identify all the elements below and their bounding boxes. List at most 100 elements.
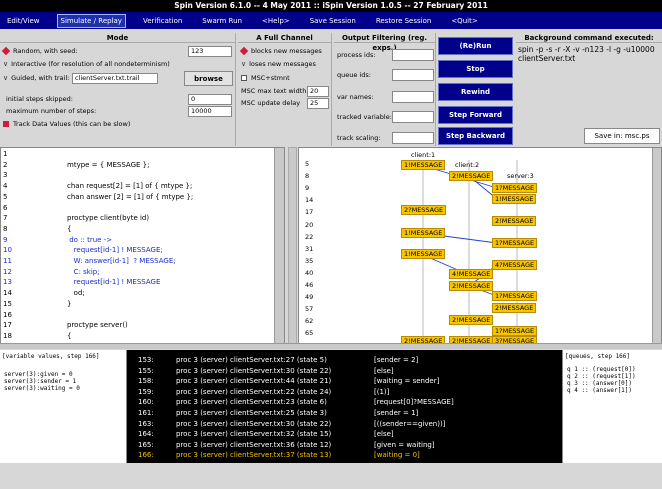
msc-scrollbar[interactable] <box>652 148 661 343</box>
max-steps-label: maximum number of steps: <box>6 107 97 115</box>
menu-verification[interactable]: Verification <box>140 15 185 27</box>
msc-stmnt-checkbox[interactable]: MSC+stmnt <box>241 74 290 82</box>
msc-message-box[interactable]: 1?MESSAGE <box>492 291 538 301</box>
msc-message-box[interactable]: 2!MESSAGE <box>449 281 494 291</box>
mode-panel: Mode Random, with seed: 123 ∨ Interactive… <box>0 33 236 146</box>
msc-message-box[interactable]: 2!MESSAGE <box>492 303 537 313</box>
menu-restore-session[interactable]: Restore Session <box>373 15 435 27</box>
window-title: Spin Version 6.1.0 -- 4 May 2011 :: iSpi… <box>0 0 662 12</box>
trace-step-number: 164: <box>138 430 154 439</box>
queue-lines: q 1 :: (request[0]) q 2 :: (request[1]) q … <box>563 366 662 394</box>
process-ids-label: process ids: <box>337 51 376 59</box>
blocks-radio[interactable]: blocks new messages <box>239 46 322 56</box>
bottom-panels: [variable values, step 166] server(3):gi… <box>0 350 662 463</box>
tracked-variable-label: tracked variable: <box>337 113 392 121</box>
track-data-checkbox[interactable]: Track Data Values (this can be slow) <box>3 120 130 128</box>
msc-message-box[interactable]: 1?MESSAGE <box>492 238 538 248</box>
stop-button[interactable]: Stop <box>438 60 513 78</box>
line-number: 14 <box>3 289 12 298</box>
browse-button[interactable]: browse <box>184 71 233 86</box>
line-text: proctype server() <box>67 321 128 330</box>
source-code-pane[interactable]: 1 2 mtype = { MESSAGE }; 3 4 chan request[2] … <box>0 147 285 344</box>
rerun-button[interactable]: (Re)Run <box>438 37 513 55</box>
menu-save-session[interactable]: Save Session <box>307 15 359 27</box>
msc-message-box[interactable]: 1!MESSAGE <box>492 194 537 204</box>
random-seed-radio[interactable]: Random, with seed: <box>1 46 78 56</box>
track-scaling-label: track scaling: <box>337 134 381 142</box>
msc-message-box[interactable]: 4?MESSAGE <box>492 260 538 270</box>
msc-message-box[interactable]: 1!MESSAGE <box>401 160 446 170</box>
msc-message-box[interactable]: 4!MESSAGE <box>449 269 494 279</box>
trace-pane[interactable]: 153: proc 3 (server) clientServer.txt:27 … <box>130 350 530 463</box>
line-text: od; <box>67 289 85 298</box>
msc-message-box[interactable]: 1?MESSAGE <box>492 183 538 193</box>
command-output: spin -p -s -r -X -v -n123 -l -g -u10000 … <box>518 45 660 123</box>
rewind-button[interactable]: Rewind <box>438 83 513 101</box>
code-line: 2 mtype = { MESSAGE }; <box>1 161 271 172</box>
skipped-input[interactable]: 0 <box>188 94 232 105</box>
msc-message-box[interactable]: 2!MESSAGE <box>492 216 537 226</box>
msc-step-number: 65 <box>305 329 314 338</box>
skipped-label: initial steps skipped: <box>6 95 73 103</box>
max-text-label: MSC max text width <box>241 87 307 95</box>
filter-header: Output Filtering (reg. exps.) <box>334 33 435 52</box>
save-msc-button[interactable]: Save in: msc.ps <box>584 128 660 144</box>
line-number: 12 <box>3 267 12 276</box>
step-forward-button[interactable]: Step Forward <box>438 106 513 124</box>
queues-pane[interactable]: [queues, step 166] q 1 :: (request[0]) q … <box>562 350 662 463</box>
max-steps-input[interactable]: 10000 <box>188 106 232 117</box>
horizontal-scrollbar[interactable] <box>0 343 662 349</box>
tracked-variable-input[interactable] <box>392 111 434 123</box>
var-names-input[interactable] <box>392 91 434 103</box>
queue-ids-input[interactable] <box>392 69 434 81</box>
trace-step-number: 155: <box>138 366 154 375</box>
loses-radio[interactable]: ∨ loses new messages <box>241 60 316 68</box>
variable-value: server(3):waiting = 0 <box>4 385 80 392</box>
msc-stmnt-label: MSC+stmnt <box>251 74 290 82</box>
process-ids-input[interactable] <box>392 49 434 61</box>
menu-simulate-replay[interactable]: Simulate / Replay <box>56 13 126 28</box>
menu-swarm-run[interactable]: Swarm Run <box>199 15 245 27</box>
msc-message-box[interactable]: 1?MESSAGE <box>492 326 538 336</box>
checkbox-empty-icon <box>241 75 247 81</box>
trace-process-info: proc 3 (server) clientServer.txt:23 (sta… <box>176 398 327 407</box>
msc-step-number: 8 <box>305 172 310 181</box>
pane-splitter[interactable] <box>288 147 297 344</box>
msc-message-box[interactable]: 1!MESSAGE <box>401 228 446 238</box>
trail-input[interactable]: clientServer.txt.trail <box>72 73 158 84</box>
line-number: 18 <box>3 331 12 340</box>
msc-step-number: 35 <box>305 256 314 265</box>
menu-help[interactable]: <Help> <box>259 15 293 27</box>
trace-process-info: proc 3 (server) clientServer.txt:22 (sta… <box>176 387 332 396</box>
seed-input[interactable]: 123 <box>188 46 232 57</box>
code-line: 10 request[id-1] ! MESSAGE; <box>1 246 271 257</box>
line-number: 13 <box>3 278 12 287</box>
msc-message-box[interactable]: 2?MESSAGE <box>401 205 447 215</box>
code-line: 17 proctype server() <box>1 321 271 332</box>
msc-message-box[interactable]: 1!MESSAGE <box>401 249 446 259</box>
max-text-input[interactable]: 20 <box>307 86 329 97</box>
filter-panel: Output Filtering (reg. exps.) process id… <box>334 33 436 146</box>
step-backward-button[interactable]: Step Backward <box>438 127 513 145</box>
menu-quit[interactable]: <Quit> <box>448 15 480 27</box>
msc-message-box[interactable]: 2!MESSAGE <box>449 315 494 325</box>
var-names-label: var names: <box>337 93 374 101</box>
msc-diagram[interactable]: client:1 client:2 server:3 5 8 9 14 17 20 22 31 35 4… <box>298 147 662 344</box>
trace-step-number: 166: <box>138 451 154 460</box>
interactive-radio[interactable]: ∨ Interactive (for resolution of all nond… <box>3 60 170 68</box>
code-scrollbar[interactable] <box>274 148 284 343</box>
trace-statement: [(1)] <box>374 387 390 396</box>
trace-process-info: proc 3 (server) clientServer.txt:32 (sta… <box>176 430 332 439</box>
msc-message-box[interactable]: 2!MESSAGE <box>449 171 494 181</box>
blocks-label: blocks new messages <box>251 47 322 55</box>
guided-radio[interactable]: ∨ Guided, with trail: <box>3 74 69 82</box>
trace-step-number: 160: <box>138 398 154 407</box>
code-line: 18 { <box>1 332 271 343</box>
radio-unselected-icon: ∨ <box>3 74 9 82</box>
random-seed-label: Random, with seed: <box>13 47 78 55</box>
line-number: 4 <box>3 182 8 191</box>
update-delay-input[interactable]: 25 <box>307 98 329 109</box>
track-scaling-input[interactable] <box>392 132 434 144</box>
variable-values-pane[interactable]: [variable values, step 166] server(3):gi… <box>0 350 127 463</box>
menu-edit-view[interactable]: Edit/View <box>4 15 43 27</box>
